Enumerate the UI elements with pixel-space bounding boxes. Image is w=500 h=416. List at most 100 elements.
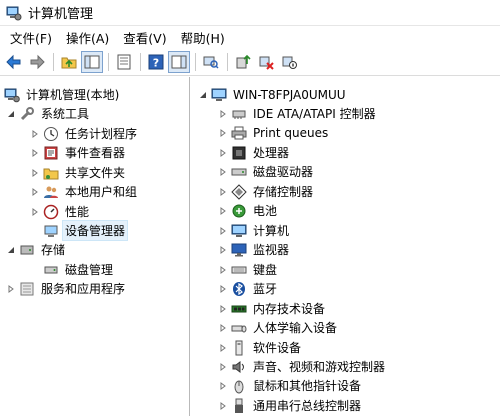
- scan-hardware-button[interactable]: [200, 51, 222, 73]
- tree-item-local-users-groups[interactable]: 本地用户和组: [30, 182, 139, 202]
- device-category-label: 软件设备: [253, 341, 302, 356]
- processor-icon: [232, 146, 246, 160]
- update-driver-button[interactable]: [232, 51, 254, 73]
- help-button[interactable]: ?: [145, 51, 167, 73]
- up-level-button[interactable]: [58, 51, 80, 73]
- users-icon: [44, 186, 58, 198]
- device-category-label: 磁盘驱动器: [253, 165, 314, 180]
- computer-icon: [211, 88, 227, 101]
- menu-action[interactable]: 操作(A): [60, 26, 115, 49]
- device-category-keyboards[interactable]: 键盘: [218, 260, 279, 280]
- expand-arrow-icon[interactable]: [30, 207, 40, 217]
- window-title: 计算机管理: [28, 7, 94, 22]
- expand-arrow-icon[interactable]: [30, 148, 40, 158]
- device-category-label: 人体学输入设备: [253, 321, 338, 336]
- tree-item-disk-management[interactable]: 磁盘管理: [30, 260, 115, 280]
- software-device-icon: [235, 340, 243, 356]
- back-button[interactable]: [3, 51, 25, 73]
- tree-item-storage[interactable]: 存储: [6, 240, 67, 260]
- menu-file[interactable]: 文件(F): [4, 26, 58, 49]
- expand-arrow-icon[interactable]: [6, 284, 16, 294]
- device-category-usb-controllers[interactable]: 通用串行总线控制器: [218, 396, 363, 416]
- device-category-hid[interactable]: 人体学输入设备: [218, 318, 339, 338]
- tree-item-performance[interactable]: 性能: [30, 202, 91, 222]
- toolbar: ?: [0, 48, 500, 76]
- device-category-sound-video-game[interactable]: 声音、视频和游戏控制器: [218, 357, 387, 377]
- monitor-icon: [231, 243, 247, 257]
- scan-hardware-icon: [203, 56, 219, 69]
- tree-item-label: 服务和应用程序: [41, 282, 126, 297]
- device-category-monitors[interactable]: 监视器: [218, 240, 291, 260]
- tree-item-event-viewer[interactable]: 事件查看器: [30, 143, 127, 163]
- storage-controller-icon: [231, 184, 247, 200]
- device-category-mice[interactable]: 鼠标和其他指针设备: [218, 376, 363, 396]
- tree-item-label: 本地用户和组: [65, 185, 138, 200]
- expand-arrow-icon[interactable]: [218, 362, 228, 372]
- expand-arrow-icon[interactable]: [218, 401, 228, 411]
- expand-arrow-icon[interactable]: [218, 187, 228, 197]
- services-icon: [20, 282, 34, 296]
- tools-icon: [20, 106, 34, 120]
- expand-arrow-icon[interactable]: [218, 128, 228, 138]
- device-category-computer[interactable]: 计算机: [218, 221, 291, 241]
- tree-item-services-applications[interactable]: 服务和应用程序: [6, 279, 127, 299]
- title-bar: 计算机管理: [0, 0, 500, 26]
- device-category-label: 电池: [253, 204, 278, 219]
- properties-button[interactable]: [113, 51, 135, 73]
- device-category-ide[interactable]: IDE ATA/ATAPI 控制器: [218, 104, 378, 124]
- expand-arrow-icon[interactable]: [218, 148, 228, 158]
- toolbar-separator: [53, 52, 54, 71]
- expand-arrow-icon[interactable]: [218, 304, 228, 314]
- expand-arrow-icon[interactable]: [30, 129, 40, 139]
- collapse-arrow-icon[interactable]: [6, 109, 16, 119]
- collapse-arrow-icon[interactable]: [6, 245, 16, 255]
- speaker-icon: [232, 360, 244, 373]
- properties-icon: [117, 54, 131, 69]
- clock-icon: [44, 126, 58, 141]
- collapse-arrow-icon[interactable]: [198, 90, 208, 100]
- tree-item-label: 磁盘管理: [65, 263, 114, 278]
- tree-item-system-tools[interactable]: 系统工具: [6, 104, 91, 124]
- expand-arrow-icon[interactable]: [218, 109, 228, 119]
- battery-icon: [232, 204, 246, 218]
- tree-item-computer-management[interactable]: 计算机管理(本地): [4, 85, 121, 105]
- device-category-battery[interactable]: 电池: [218, 201, 279, 221]
- device-category-bluetooth[interactable]: 蓝牙: [218, 279, 279, 299]
- tree-item-task-scheduler[interactable]: 任务计划程序: [30, 124, 139, 144]
- expand-arrow-icon[interactable]: [218, 167, 228, 177]
- expand-arrow-icon[interactable]: [218, 323, 228, 333]
- device-tree-computer-root[interactable]: WIN-T8FPJA0UMUU: [198, 85, 348, 105]
- expand-arrow-icon[interactable]: [218, 226, 228, 236]
- tree-item-label: 共享文件夹: [65, 166, 126, 181]
- tree-item-shared-folders[interactable]: 共享文件夹: [30, 163, 127, 183]
- show-console-tree-button[interactable]: [81, 50, 103, 73]
- expand-arrow-icon[interactable]: [218, 284, 228, 294]
- tree-item-device-manager[interactable]: 设备管理器: [30, 220, 129, 242]
- expand-arrow-icon[interactable]: [218, 206, 228, 216]
- menu-help[interactable]: 帮助(H): [175, 26, 231, 49]
- device-category-software-devices[interactable]: 软件设备: [218, 338, 303, 358]
- expand-arrow-icon[interactable]: [218, 265, 228, 275]
- forward-button[interactable]: [26, 51, 48, 73]
- device-category-storage-controllers[interactable]: 存储控制器: [218, 182, 315, 202]
- computer-management-icon: [4, 88, 20, 103]
- menu-bar: 文件(F) 操作(A) 查看(V) 帮助(H): [0, 26, 500, 48]
- expand-arrow-icon[interactable]: [218, 381, 228, 391]
- expand-arrow-icon[interactable]: [30, 187, 40, 197]
- device-category-processor[interactable]: 处理器: [218, 143, 291, 163]
- device-category-print-queues[interactable]: Print queues: [218, 123, 330, 143]
- bluetooth-icon: [233, 281, 245, 296]
- expand-arrow-icon[interactable]: [218, 245, 228, 255]
- update-driver-icon: [236, 54, 251, 68]
- device-category-label: 通用串行总线控制器: [253, 399, 362, 414]
- disable-device-button[interactable]: [278, 51, 300, 73]
- tree-item-label: 任务计划程序: [65, 127, 138, 142]
- computer-icon: [231, 224, 247, 237]
- expand-arrow-icon[interactable]: [30, 168, 40, 178]
- show-action-pane-button[interactable]: [168, 50, 190, 73]
- uninstall-device-button[interactable]: [255, 51, 277, 73]
- menu-view[interactable]: 查看(V): [117, 26, 172, 49]
- expand-arrow-icon[interactable]: [218, 343, 228, 353]
- device-category-memory-technology[interactable]: 内存技术设备: [218, 299, 327, 319]
- device-category-disk-drives[interactable]: 磁盘驱动器: [218, 162, 315, 182]
